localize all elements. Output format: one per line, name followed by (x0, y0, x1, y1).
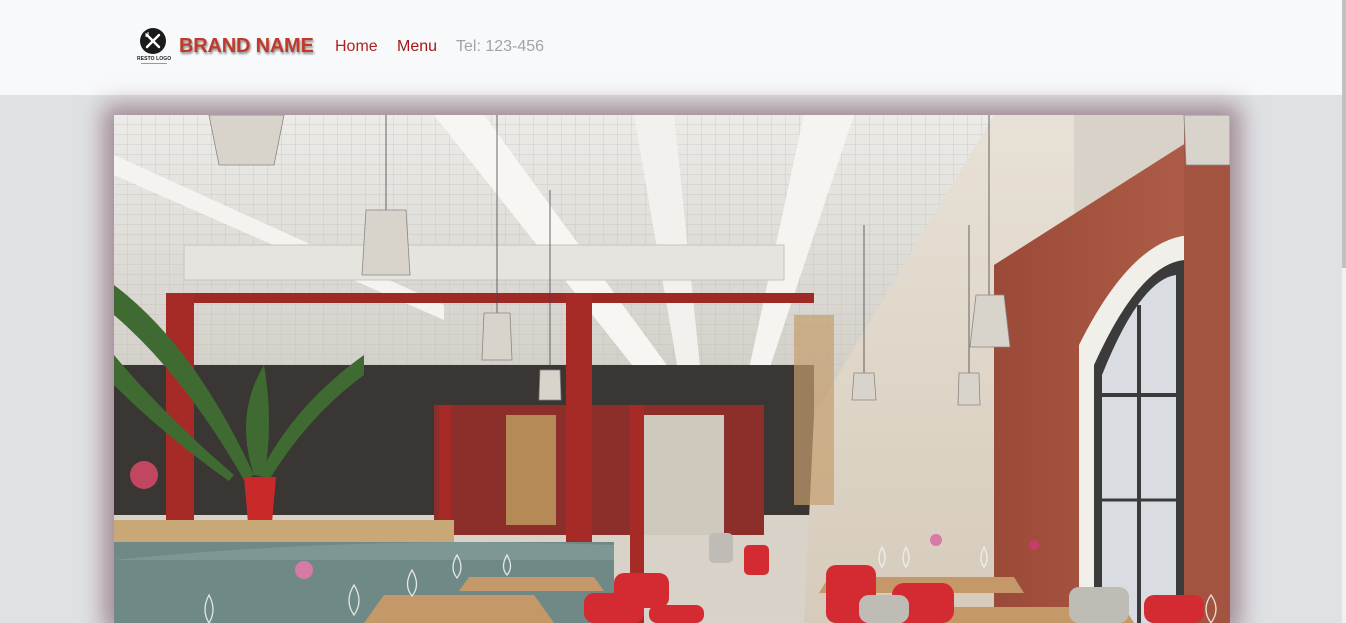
fork-knife-icon (140, 28, 166, 54)
scrollbar-thumb[interactable] (1342, 0, 1346, 268)
nav-home-link[interactable]: Home (335, 38, 378, 56)
phone-number: Tel: 123-456 (456, 38, 545, 55)
resto-logo[interactable]: RESTO LOGO (137, 28, 172, 66)
hero-image (114, 115, 1230, 623)
restaurant-interior-photo (114, 115, 1230, 623)
navbar: RESTO LOGO BRAND NAME Home Menu Tel: 123… (0, 0, 1342, 95)
logo-divider (141, 63, 167, 64)
nav-menu-link[interactable]: Menu (397, 38, 437, 56)
logo-text: RESTO LOGO (137, 56, 172, 62)
brand-name[interactable]: BRAND NAME (179, 35, 314, 58)
